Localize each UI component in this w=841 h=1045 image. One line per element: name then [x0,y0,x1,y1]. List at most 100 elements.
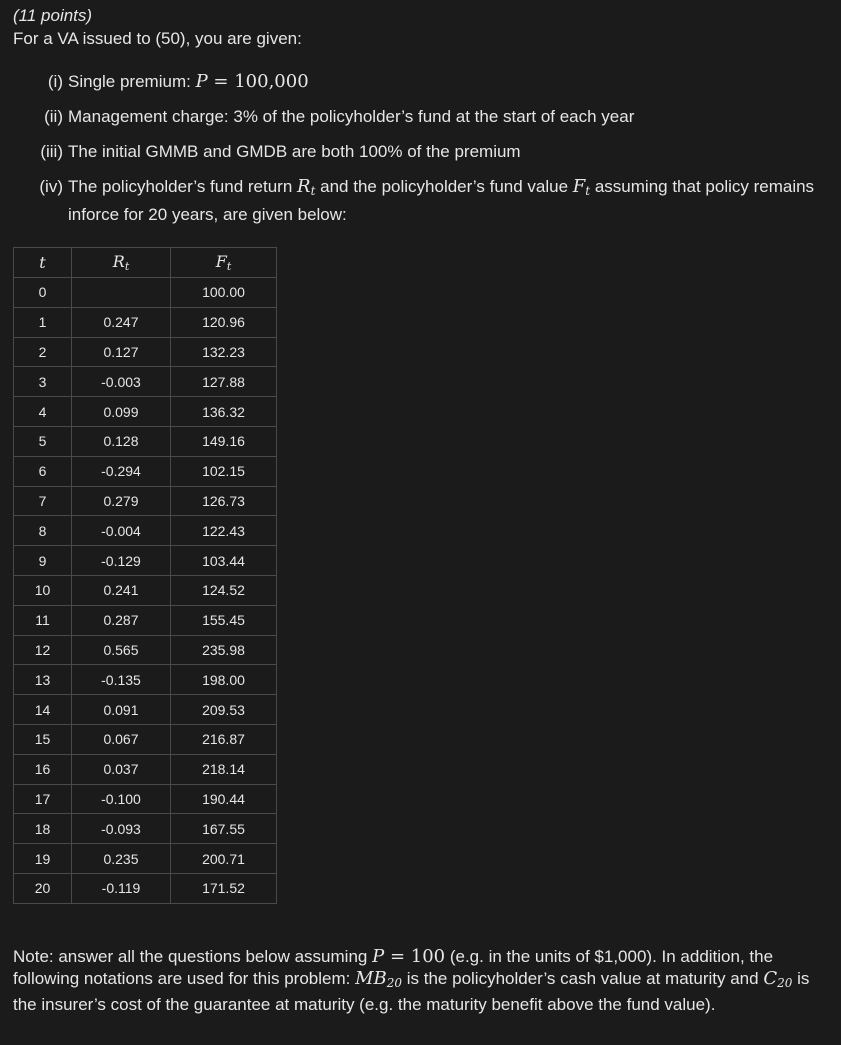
cell-ft: 102.15 [170,455,277,487]
cell-ft: 190.44 [170,783,277,815]
cell-t: 12 [13,634,72,666]
givens-list: (i) Single premium: P = 100,000 (ii) Man… [0,70,841,238]
given-number: (i) [47,72,63,91]
cell-rt: -0.100 [71,783,171,815]
guarantee-cost-symbol: C20 [763,968,793,990]
table-row: 18 -0.093 167.55 [13,813,277,845]
cell-t: 16 [13,753,72,785]
cell-rt: -0.119 [71,872,171,904]
math-variable: P [195,71,208,92]
given-item-4: (iv) The policyholder’s fund return Rt a… [0,175,841,226]
cell-t: 6 [13,455,72,487]
note-premium-formula: P = 100 [372,946,445,967]
given-text: Management charge: 3% of the policyholde… [68,107,635,126]
cell-t: 7 [13,485,72,517]
cell-rt: 0.127 [71,336,171,368]
table-body: 0 100.00 1 0.247 120.96 2 0.127 132.23 3 -0.003 12… [13,277,277,904]
header-rt: Rt [71,247,171,278]
cell-rt: -0.093 [71,813,171,845]
given-text: The initial GMMB and GMDB are both 100% … [68,142,521,161]
cell-ft: 209.53 [170,694,277,725]
table-row: 10 0.241 124.52 [13,574,277,606]
cell-ft: 122.43 [170,515,277,547]
header-t: t [13,247,72,278]
given-item-1: (i) Single premium: P = 100,000 [0,70,841,93]
header-var: F [215,252,227,271]
cell-t: 8 [13,515,72,547]
cell-t: 14 [13,694,72,725]
cell-rt [71,277,171,308]
given-item-3: (iii) The initial GMMB and GMDB are both… [0,140,841,163]
math-variable: R [297,176,311,197]
table-row: 1 0.247 120.96 [13,306,277,338]
maturity-benefit-symbol: MB20 [355,968,402,990]
table-row: 11 0.287 155.45 [13,604,277,636]
given-number: (iii) [40,142,63,161]
table-row: 14 0.091 209.53 [13,694,277,725]
header-var: R [112,252,125,271]
cell-ft: 198.00 [170,664,277,696]
cell-ft: 218.14 [170,753,277,785]
points-label: (11 points) [13,6,93,25]
cell-ft: 126.73 [170,485,277,517]
cell-ft: 100.00 [170,277,277,308]
cell-t: 11 [13,604,72,636]
given-text: The policyholder’s fund return [68,177,298,196]
note-text: Note: answer all the questions below ass… [13,947,373,966]
cell-t: 10 [13,574,72,606]
given-number: (ii) [44,107,63,126]
cell-t: 17 [13,783,72,815]
cell-rt: -0.004 [71,515,171,547]
cell-t: 9 [13,545,72,576]
cell-ft: 127.88 [170,366,277,398]
cell-ft: 103.44 [170,545,277,576]
note-paragraph: Note: answer all the questions below ass… [13,946,828,1016]
header-sub: t [124,260,130,273]
cell-t: 15 [13,723,72,755]
cell-rt: 0.287 [71,604,171,636]
math-variable: P [372,946,385,967]
cell-t: 2 [13,336,72,368]
cell-ft: 136.32 [170,396,277,427]
table-row: 8 -0.004 122.43 [13,515,277,547]
cell-rt: 0.279 [71,485,171,517]
table-row: 7 0.279 126.73 [13,485,277,517]
fund-value-symbol: Ft [572,176,590,198]
table-row: 5 0.128 149.16 [13,425,277,457]
table-row: 16 0.037 218.14 [13,753,277,785]
table-header-row: t Rt Ft [13,247,277,278]
given-item-2: (ii) Management charge: 3% of the policy… [0,105,841,128]
problem-intro: For a VA issued to (50), you are given: [13,29,302,48]
cell-t: 5 [13,425,72,457]
table-row: 17 -0.100 190.44 [13,783,277,815]
math-variable: F [572,176,586,197]
fund-table: t Rt Ft 0 100.00 1 0.247 120.96 2 0.127 132.23 3… [13,247,277,904]
cell-t: 3 [13,366,72,398]
cell-t: 20 [13,872,72,904]
cell-t: 19 [13,843,72,874]
table-row: 2 0.127 132.23 [13,336,277,368]
cell-rt: 0.247 [71,306,171,338]
cell-rt: -0.135 [71,664,171,696]
cell-ft: 149.16 [170,425,277,457]
fund-return-symbol: Rt [297,176,315,198]
cell-rt: -0.294 [71,455,171,487]
cell-ft: 167.55 [170,813,277,845]
table-row: 9 -0.129 103.44 [13,545,277,576]
cell-t: 18 [13,813,72,845]
table-row: 6 -0.294 102.15 [13,455,277,487]
header-ft: Ft [170,247,277,278]
cell-rt: -0.129 [71,545,171,576]
table-row: 3 -0.003 127.88 [13,366,277,398]
cell-rt: -0.003 [71,366,171,398]
math-subscript: 20 [777,976,793,990]
math-value: = 100,000 [207,71,309,92]
cell-rt: 0.067 [71,723,171,755]
cell-ft: 124.52 [170,574,277,606]
premium-formula: P = 100,000 [196,71,309,92]
cell-ft: 171.52 [170,872,277,904]
table-row: 12 0.565 235.98 [13,634,277,666]
table-row: 15 0.067 216.87 [13,723,277,755]
cell-rt: 0.037 [71,753,171,785]
header-sub: t [226,260,232,273]
